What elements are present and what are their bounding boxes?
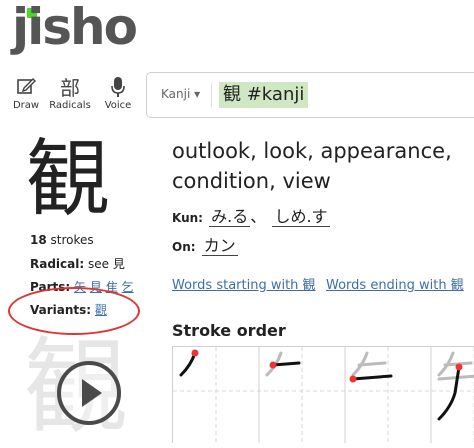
jisho-logo[interactable]: jisho bbox=[12, 0, 138, 66]
kun-reading-link[interactable]: み.る bbox=[209, 207, 251, 227]
radical-info: Radical: see 見 bbox=[30, 255, 125, 272]
voice-label: Voice bbox=[104, 100, 132, 111]
kanji-meanings: outlook, look, appearance, condition, vi… bbox=[172, 139, 452, 193]
kun-label: Kun: bbox=[172, 211, 203, 225]
draw-label: Draw bbox=[12, 100, 40, 111]
kun-readings: Kun: み.る、 しめ.す bbox=[172, 203, 330, 227]
search-box[interactable]: Kanji ▾ 観 #kanji bbox=[146, 72, 474, 118]
play-icon bbox=[82, 379, 102, 407]
stroke-order-title: Stroke order bbox=[172, 321, 286, 340]
radical-value: see 見 bbox=[88, 257, 125, 271]
stroke-count: 18 strokes bbox=[30, 233, 94, 247]
draw-button[interactable]: Draw bbox=[4, 76, 48, 111]
stroke-count-number: 18 bbox=[30, 233, 47, 247]
part-link[interactable]: 乞 bbox=[122, 280, 134, 294]
play-button[interactable] bbox=[57, 361, 121, 425]
words-ending-link[interactable]: Words ending with 観 bbox=[326, 274, 464, 293]
radicals-icon: 部 bbox=[60, 76, 80, 100]
stroke-frame-3 bbox=[349, 351, 393, 383]
stroke-frame-1 bbox=[179, 349, 199, 377]
pencil-icon bbox=[4, 76, 48, 100]
stroke-frame-2 bbox=[265, 351, 301, 377]
radicals-label: Radicals bbox=[49, 100, 91, 111]
on-reading-link[interactable]: カン bbox=[201, 236, 238, 256]
voice-button[interactable]: Voice bbox=[96, 76, 140, 111]
radicals-button[interactable]: 部 Radicals bbox=[48, 76, 92, 111]
search-input[interactable]: 観 #kanji bbox=[219, 82, 309, 108]
on-label: On: bbox=[172, 240, 196, 254]
logo-text: jisho bbox=[12, 0, 138, 56]
stroke-order-diagram bbox=[172, 346, 474, 443]
kanji-character: 観 bbox=[26, 130, 111, 228]
kun-separator: 、 bbox=[250, 207, 267, 226]
stroke-count-word: strokes bbox=[50, 233, 94, 247]
search-type-dropdown[interactable]: Kanji ▾ bbox=[161, 87, 200, 101]
on-readings: On: カン bbox=[172, 232, 238, 256]
kun-reading-link[interactable]: しめ.す bbox=[272, 207, 330, 227]
stroke-frame-4 bbox=[437, 351, 474, 421]
radical-label: Radical: bbox=[30, 257, 85, 271]
microphone-icon bbox=[96, 76, 140, 100]
search-divider bbox=[211, 83, 212, 107]
words-starting-link[interactable]: Words starting with 観 bbox=[172, 274, 316, 293]
